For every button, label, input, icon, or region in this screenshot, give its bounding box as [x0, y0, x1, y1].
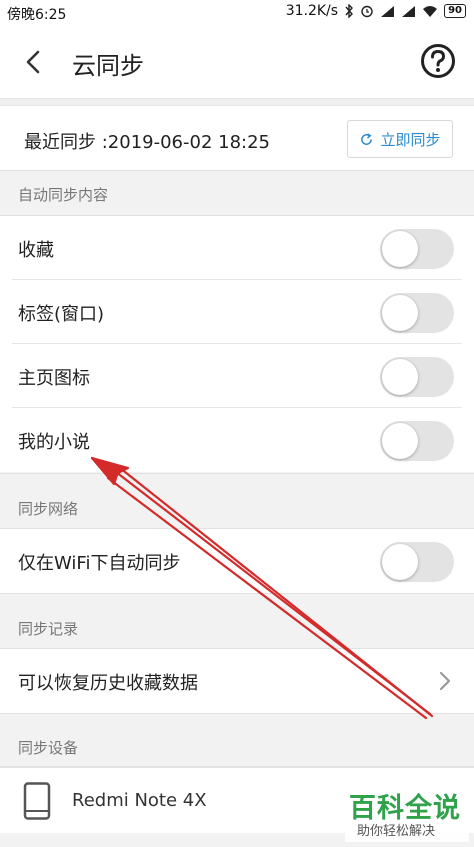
- status-time: 傍晚6:25: [7, 7, 67, 23]
- toggle-knob: [382, 544, 418, 580]
- list-item-label: 我的小说: [18, 432, 90, 453]
- separator: [0, 98, 474, 106]
- toggle-knob: [382, 295, 418, 331]
- list-item-wifi-only: 仅在WiFi下自动同步: [0, 529, 474, 593]
- last-sync-row: 最近同步 :2019-06-02 18:25 立即同步: [0, 106, 474, 170]
- list-item-label: 仅在WiFi下自动同步: [18, 553, 181, 574]
- phone-icon: [23, 782, 51, 820]
- list-item-label: 主页图标: [18, 368, 90, 389]
- app-bar: 云同步: [0, 26, 474, 98]
- refresh-icon: [361, 132, 373, 145]
- list-item-tabs: 标签(窗口): [0, 280, 474, 344]
- back-arrow-icon[interactable]: [20, 48, 48, 76]
- bluetooth-icon: [345, 4, 354, 18]
- list-item-label: 可以恢复历史收藏数据: [18, 673, 198, 694]
- device-name: Redmi Note 4X: [72, 790, 207, 811]
- section-header-auto-sync: 自动同步内容: [0, 170, 474, 216]
- toggle-knob: [382, 423, 418, 459]
- status-icons: 31.2K/s 90: [286, 3, 466, 19]
- toggle-knob: [382, 231, 418, 267]
- tabs-toggle[interactable]: [380, 293, 454, 333]
- list-item-home-icons: 主页图标: [0, 344, 474, 408]
- list-item-favorites: 收藏: [0, 216, 474, 280]
- toggle-knob: [382, 359, 418, 395]
- watermark-subtitle: 助你轻松解决: [357, 824, 436, 839]
- section-header-history: 同步记录: [0, 593, 474, 649]
- list-item-label: 标签(窗口): [18, 304, 105, 325]
- my-novels-toggle[interactable]: [380, 421, 454, 461]
- list-item-my-novels: 我的小说: [0, 408, 474, 472]
- list-item-label: 收藏: [18, 240, 54, 261]
- favorites-toggle[interactable]: [380, 229, 454, 269]
- section-header-network: 同步网络: [0, 473, 474, 529]
- signal-icon-2: [402, 5, 416, 17]
- sync-now-label: 立即同步: [380, 130, 441, 149]
- signal-icon: [381, 5, 395, 17]
- status-bar: 傍晚6:25 31.2K/s 90: [0, 0, 474, 26]
- last-sync-text: 最近同步 :2019-06-02 18:25: [24, 132, 270, 153]
- page-title: 云同步: [72, 52, 144, 80]
- wifi-only-toggle[interactable]: [380, 542, 454, 582]
- home-icons-toggle[interactable]: [380, 357, 454, 397]
- chevron-right-icon: [439, 671, 451, 691]
- list-item-restore-history[interactable]: 可以恢复历史收藏数据: [0, 649, 474, 713]
- alarm-icon: [361, 5, 373, 18]
- section-header-devices: 同步设备: [0, 713, 474, 767]
- wifi-icon: [423, 5, 438, 17]
- help-icon[interactable]: [420, 43, 456, 79]
- sync-now-button[interactable]: 立即同步: [347, 120, 453, 158]
- watermark-logo: 百科全说 助你轻松解决: [345, 784, 469, 842]
- battery-icon: 90: [444, 4, 466, 18]
- net-speed: 31.2K/s: [285, 3, 339, 19]
